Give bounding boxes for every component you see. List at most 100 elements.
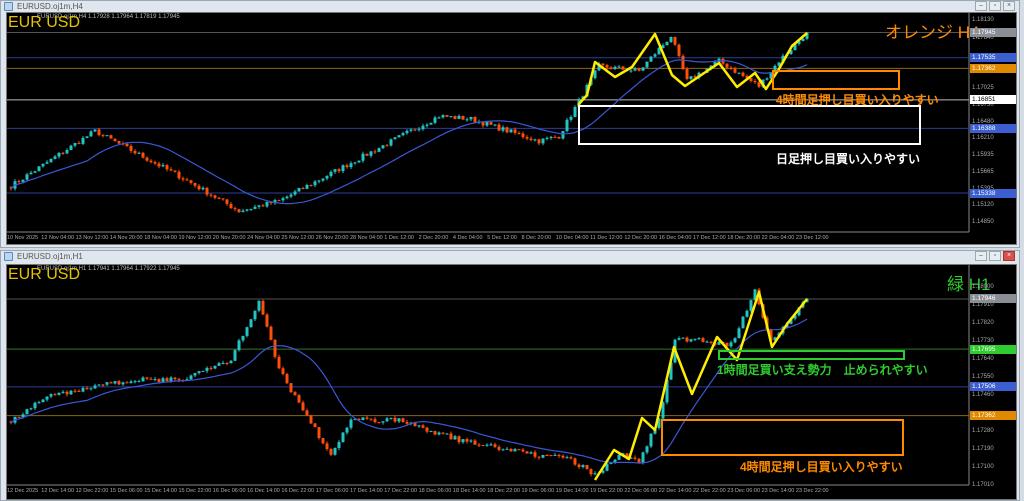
bullish-candle bbox=[121, 382, 125, 385]
bearish-candle bbox=[637, 458, 641, 463]
time-tick-label: 18 Dec 14:00 bbox=[452, 488, 486, 494]
bearish-candle bbox=[425, 427, 429, 432]
bearish-candle bbox=[517, 132, 521, 134]
timeframe-label: 緑 H1 bbox=[947, 275, 991, 294]
time-tick-label: 16 Dec 22:00 bbox=[281, 488, 315, 494]
price-chart-h4[interactable]: EURUSD.oj1m,H4 1.17928 1.17964 1.17819 1… bbox=[6, 12, 1017, 245]
bearish-candle bbox=[757, 82, 761, 87]
bearish-candle bbox=[165, 165, 169, 170]
bullish-candle bbox=[221, 362, 225, 364]
bullish-candle bbox=[329, 171, 333, 177]
restore-button[interactable]: ▫ bbox=[989, 1, 1001, 11]
price-chart-h1[interactable]: EURUSD.oj1m,H1 1.17941 1.17964 1.17922 1… bbox=[6, 264, 1017, 500]
window-title: EURUSD.oj1m,H4 bbox=[17, 2, 83, 11]
bearish-candle bbox=[193, 182, 197, 186]
bearish-candle bbox=[181, 178, 185, 180]
bearish-candle bbox=[145, 377, 149, 379]
bearish-candle bbox=[701, 338, 705, 342]
bullish-candle bbox=[193, 373, 197, 376]
bearish-candle bbox=[277, 200, 281, 202]
bullish-candle bbox=[437, 117, 441, 119]
price-tick-label: 1.17010 bbox=[972, 481, 994, 488]
current-price-tag: 1.16851 bbox=[970, 95, 1016, 105]
bullish-candle bbox=[457, 115, 461, 119]
bullish-candle bbox=[565, 457, 569, 459]
bearish-candle bbox=[133, 150, 137, 154]
bearish-candle bbox=[177, 171, 181, 179]
bearish-candle bbox=[377, 422, 381, 424]
bearish-candle bbox=[533, 452, 537, 457]
bearish-candle bbox=[493, 444, 497, 447]
bullish-candle bbox=[265, 201, 269, 207]
bullish-candle bbox=[665, 41, 669, 46]
time-tick-label: 12 Nov 04:00 bbox=[41, 235, 75, 241]
bearish-candle bbox=[165, 378, 169, 381]
time-tick-label: 18 Dec 22:00 bbox=[487, 488, 520, 494]
bullish-candle bbox=[693, 338, 697, 340]
time-tick-label: 23 Dec 14:00 bbox=[761, 488, 795, 494]
bearish-candle bbox=[749, 78, 753, 81]
price-tick-label: 1.15120 bbox=[972, 202, 994, 209]
bullish-candle bbox=[253, 206, 257, 209]
bullish-candle bbox=[105, 382, 109, 385]
bearish-candle bbox=[549, 455, 553, 457]
time-tick-label: 22 Dec 06:00 bbox=[624, 488, 658, 494]
bullish-candle bbox=[201, 370, 205, 372]
bullish-candle bbox=[69, 390, 73, 395]
bearish-candle bbox=[173, 377, 177, 380]
restore-button[interactable]: ▫ bbox=[989, 251, 1001, 261]
timeframe-label: オレンジ H4 bbox=[885, 23, 980, 42]
time-tick-label: 22 Dec 14:00 bbox=[658, 488, 692, 494]
bearish-candle bbox=[125, 143, 129, 147]
bullish-candle bbox=[241, 335, 245, 341]
bearish-candle bbox=[53, 394, 57, 396]
bullish-candle bbox=[465, 119, 469, 121]
bearish-candle bbox=[293, 392, 297, 396]
bearish-candle bbox=[445, 115, 449, 117]
bullish-candle bbox=[381, 421, 385, 423]
bullish-candle bbox=[29, 172, 33, 175]
bullish-candle bbox=[293, 191, 297, 195]
bullish-candle bbox=[69, 145, 73, 151]
close-button[interactable]: × bbox=[1003, 251, 1015, 261]
close-button[interactable]: × bbox=[1003, 1, 1015, 11]
bearish-candle bbox=[117, 140, 121, 144]
bearish-candle bbox=[733, 68, 737, 73]
minimize-button[interactable]: – bbox=[975, 1, 987, 11]
bearish-candle bbox=[237, 209, 241, 213]
bullish-candle bbox=[57, 152, 61, 157]
bullish-candle bbox=[153, 379, 157, 381]
bearish-candle bbox=[521, 449, 525, 452]
bearish-candle bbox=[157, 163, 161, 167]
bullish-candle bbox=[257, 205, 261, 207]
bearish-candle bbox=[225, 199, 229, 204]
time-tick-label: 2 Dec 20:00 bbox=[418, 235, 449, 241]
bullish-candle bbox=[253, 310, 257, 320]
time-tick-label: 22 Dec 04:00 bbox=[761, 235, 795, 241]
bullish-candle bbox=[381, 145, 385, 149]
bullish-candle bbox=[549, 136, 553, 138]
bullish-candle bbox=[161, 378, 165, 382]
bearish-candle bbox=[297, 395, 301, 403]
bullish-candle bbox=[641, 452, 645, 463]
minimize-button[interactable]: – bbox=[975, 251, 987, 261]
chart-window-icon bbox=[4, 2, 13, 11]
window-titlebar[interactable]: EURUSD.oj1m,H1 – ▫ × bbox=[1, 251, 1019, 263]
daily-pullback-note: 日足押し目買い入りやすい bbox=[776, 152, 921, 166]
bearish-candle bbox=[585, 465, 589, 470]
bullish-candle bbox=[633, 68, 637, 71]
bearish-candle bbox=[497, 446, 501, 450]
bearish-candle bbox=[321, 438, 325, 444]
bearish-candle bbox=[385, 145, 389, 147]
bullish-candle bbox=[81, 388, 85, 392]
bullish-candle bbox=[613, 66, 617, 69]
bullish-candle bbox=[37, 402, 41, 404]
bearish-candle bbox=[609, 67, 613, 69]
bullish-candle bbox=[729, 342, 733, 347]
bullish-candle bbox=[197, 371, 201, 374]
bearish-candle bbox=[561, 455, 565, 458]
bullish-candle bbox=[333, 169, 337, 172]
bearish-candle bbox=[205, 187, 209, 195]
time-tick-label: 12 Dec 22:00 bbox=[75, 488, 109, 494]
bearish-candle bbox=[177, 379, 181, 381]
